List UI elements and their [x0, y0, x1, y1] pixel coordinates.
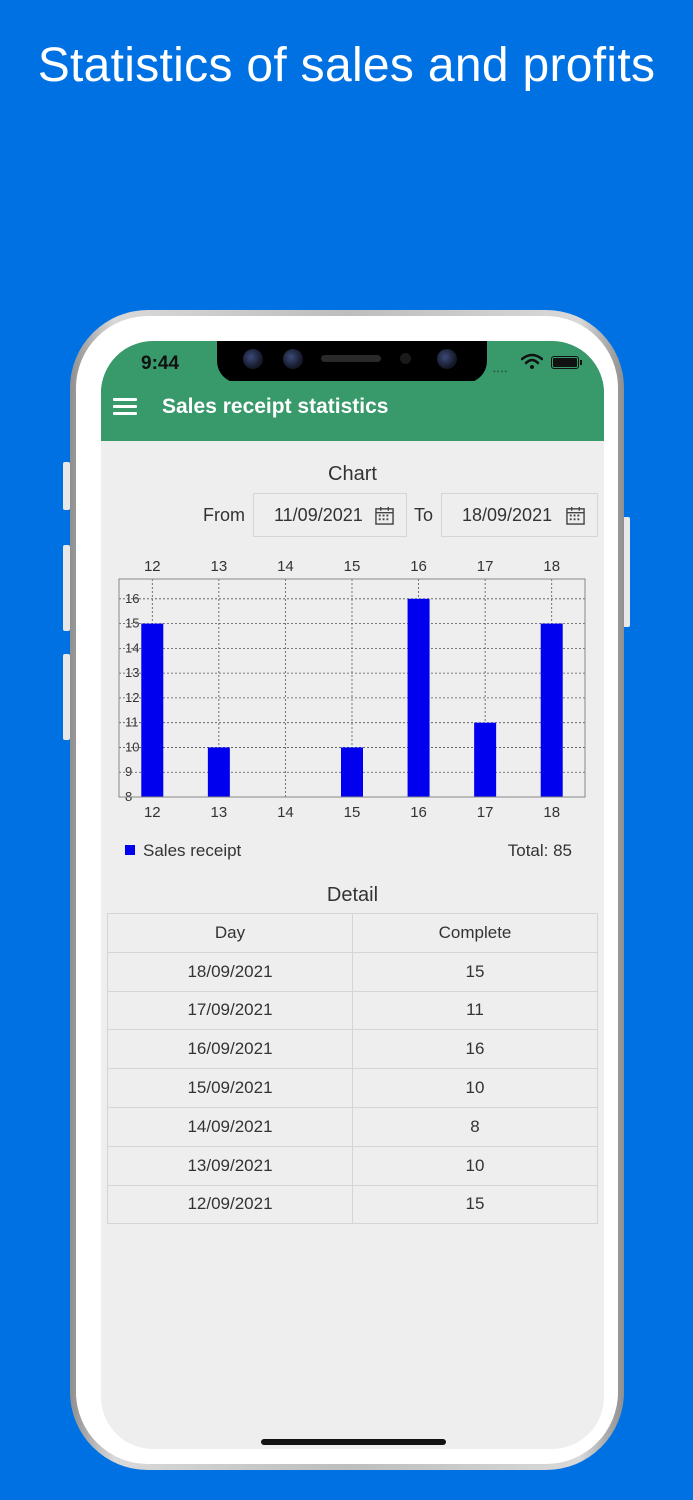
from-date-field[interactable]: 11/09/2021: [253, 493, 407, 537]
y-tick-label: 12: [125, 690, 139, 705]
table-row: 12/09/2021 15: [107, 1184, 598, 1225]
total-label: Total: 85: [507, 841, 572, 860]
chart-section-title: Chart: [328, 463, 377, 485]
power-button: [623, 517, 630, 627]
chart-legend: Sales receipt: [125, 841, 241, 861]
volume-up-button: [63, 545, 70, 631]
from-date-value: 11/09/2021: [274, 505, 363, 525]
detail-table: Day Complete 18/09/2021 15 17/09/2021 11 1…: [107, 913, 598, 1225]
chart-bar: [540, 623, 563, 797]
app-bar-title: Sales receipt statistics: [162, 395, 389, 418]
to-date-field[interactable]: 18/09/2021: [441, 493, 598, 537]
bar-chart: 1615141312111098121213131414151516161717…: [118, 558, 586, 821]
x-tick-label-top: 16: [410, 558, 427, 575]
from-label: From: [203, 505, 245, 525]
camera-lens-icon: [437, 349, 457, 369]
x-tick-label: 15: [344, 804, 361, 821]
camera-lens-icon: [283, 349, 303, 369]
signal-icon: ••••: [493, 367, 509, 376]
cell-complete: 10: [352, 1145, 598, 1186]
x-tick-label-top: 18: [543, 558, 560, 575]
x-tick-label: 14: [277, 804, 294, 821]
legend-label: Sales receipt: [143, 841, 242, 860]
status-time: 9:44: [141, 353, 180, 374]
cell-complete: 11: [352, 990, 598, 1031]
to-label: To: [414, 505, 434, 525]
app-bar: Sales receipt statistics: [101, 381, 604, 441]
wifi-icon: [521, 353, 543, 369]
x-tick-label: 17: [477, 804, 494, 821]
x-tick-label-top: 13: [211, 558, 228, 575]
cell-complete: 15: [352, 1184, 598, 1225]
x-tick-label: 13: [211, 804, 228, 821]
phone-frame: 9:44 •••• Sales receipt statistics Chart…: [70, 310, 624, 1470]
chart-bar: [407, 598, 430, 797]
hamburger-menu-icon[interactable]: [113, 398, 137, 416]
y-tick-label: 11: [125, 715, 139, 730]
x-tick-label: 18: [543, 804, 560, 821]
app-screen: 9:44 •••• Sales receipt statistics Chart…: [101, 341, 604, 1449]
y-tick-label: 14: [125, 640, 139, 655]
cell-day: 17/09/2021: [107, 990, 353, 1031]
notch: [217, 341, 487, 383]
mute-switch: [63, 462, 70, 510]
cell-day: 14/09/2021: [107, 1106, 353, 1147]
camera-lens-icon: [243, 349, 263, 369]
x-tick-label-top: 15: [344, 558, 361, 575]
table-row: 14/09/2021 8: [107, 1106, 598, 1147]
cell-day: 18/09/2021: [107, 951, 353, 992]
column-header-complete: Complete: [352, 913, 598, 953]
table-row: 18/09/2021 15: [107, 951, 598, 992]
y-tick-label: 10: [125, 739, 139, 754]
y-tick-label: 16: [125, 591, 139, 606]
detail-section-title: Detail: [326, 884, 379, 906]
x-tick-label: 16: [410, 804, 427, 821]
volume-down-button: [63, 654, 70, 740]
cell-day: 13/09/2021: [107, 1145, 353, 1186]
column-header-day: Day: [107, 913, 353, 953]
page-headline: Statistics of sales and profits: [37, 39, 656, 92]
cell-complete: 8: [352, 1106, 598, 1147]
home-indicator[interactable]: [261, 1439, 446, 1445]
x-tick-label-top: 17: [477, 558, 494, 575]
cell-day: 15/09/2021: [107, 1068, 353, 1108]
cell-complete: 16: [352, 1029, 598, 1070]
cell-complete: 15: [352, 951, 598, 992]
legend-swatch: [125, 845, 135, 855]
sensor-dot: [400, 353, 411, 364]
chart-bar: [141, 623, 164, 797]
table-row: 15/09/2021 10: [107, 1068, 598, 1108]
x-tick-label: 12: [144, 804, 161, 821]
chart-bar: [474, 722, 497, 797]
table-row: 16/09/2021 16: [107, 1029, 598, 1070]
cell-complete: 10: [352, 1068, 598, 1108]
table-header-row: Day Complete: [107, 913, 598, 953]
calendar-icon: [375, 506, 394, 525]
x-tick-label-top: 12: [144, 558, 161, 575]
battery-icon: [551, 356, 582, 369]
table-row: 17/09/2021 11: [107, 990, 598, 1031]
y-tick-label: 13: [125, 665, 139, 680]
calendar-icon: [566, 506, 585, 525]
cell-day: 12/09/2021: [107, 1184, 353, 1225]
to-date-value: 18/09/2021: [462, 505, 553, 525]
cell-day: 16/09/2021: [107, 1029, 353, 1070]
speaker-grille: [321, 355, 381, 362]
table-row: 13/09/2021 10: [107, 1145, 598, 1186]
chart-bar: [207, 747, 230, 797]
x-tick-label-top: 14: [277, 558, 294, 575]
y-tick-label: 15: [125, 616, 139, 631]
y-tick-label: 9: [125, 764, 132, 779]
chart-bar: [341, 747, 363, 797]
